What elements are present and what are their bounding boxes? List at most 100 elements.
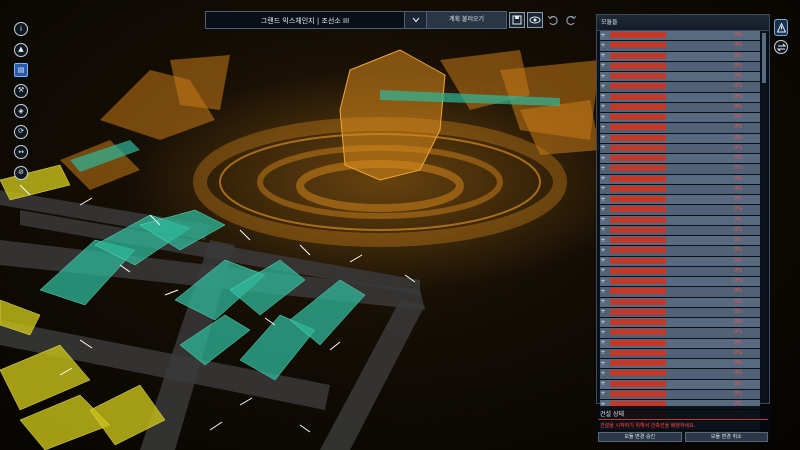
module-name <box>610 257 666 264</box>
module-progress: 0% <box>734 329 742 336</box>
module-row[interactable]: +0% <box>600 113 760 124</box>
module-row[interactable]: +0% <box>600 133 760 144</box>
expand-icon[interactable]: + <box>600 114 606 122</box>
module-name <box>610 155 666 161</box>
module-row[interactable]: +0% <box>600 195 760 206</box>
module-row[interactable]: +0% <box>600 184 760 195</box>
module-row[interactable]: +0% <box>600 51 760 62</box>
module-row[interactable]: +0% <box>600 72 760 83</box>
expand-icon[interactable]: + <box>600 83 606 91</box>
module-row[interactable]: +0% <box>600 328 760 339</box>
cancel-module-change-button[interactable]: 모듈 변경 취소 <box>684 432 768 442</box>
module-row[interactable]: +0% <box>600 215 760 226</box>
module-row[interactable]: +0% <box>600 307 760 318</box>
module-row[interactable]: +0% <box>600 266 760 277</box>
module-row[interactable]: +0% <box>600 379 760 390</box>
load-plan-button[interactable]: 계획 불러오기 <box>427 11 507 29</box>
module-row[interactable]: +0% <box>600 82 760 93</box>
alert-button[interactable] <box>774 19 788 36</box>
expand-icon[interactable]: + <box>600 237 606 245</box>
visibility-toggle-button[interactable] <box>527 12 543 28</box>
expand-icon[interactable]: + <box>600 380 606 388</box>
swap-button[interactable] <box>774 40 788 54</box>
module-row[interactable]: +0% <box>600 31 760 42</box>
module-row[interactable]: +0% <box>600 348 760 359</box>
module-row[interactable]: +0% <box>600 359 760 370</box>
no-entry-icon: ⊘ <box>18 168 24 176</box>
left-toolbar-button-2[interactable]: ▲ <box>14 42 28 57</box>
expand-icon[interactable]: + <box>600 124 606 132</box>
module-row[interactable]: +0% <box>600 256 760 267</box>
expand-icon[interactable]: + <box>600 329 606 337</box>
plan-dropdown-button[interactable] <box>405 11 427 29</box>
expand-icon[interactable]: + <box>600 319 606 327</box>
expand-icon[interactable]: + <box>600 175 606 183</box>
left-toolbar-button-1[interactable]: i <box>14 22 28 36</box>
module-row[interactable]: +0% <box>600 389 760 400</box>
module-row[interactable]: +0% <box>600 174 760 185</box>
module-row[interactable]: +0% <box>600 143 760 154</box>
expand-icon[interactable]: + <box>600 144 606 152</box>
expand-icon[interactable]: + <box>600 52 606 60</box>
save-plan-button[interactable] <box>509 12 525 28</box>
module-progress: 0% <box>734 360 742 366</box>
module-row[interactable]: +0% <box>600 102 760 113</box>
expand-icon[interactable]: + <box>600 226 606 234</box>
expand-icon[interactable]: + <box>600 339 606 347</box>
module-row[interactable]: +0% <box>600 123 760 134</box>
module-row[interactable]: +0% <box>600 225 760 236</box>
expand-icon[interactable]: + <box>600 247 606 255</box>
left-toolbar-button-8[interactable]: ⊘ <box>14 165 28 180</box>
expand-icon[interactable]: + <box>600 42 606 50</box>
module-row[interactable]: +0% <box>600 338 760 349</box>
expand-icon[interactable]: + <box>600 349 606 357</box>
module-row[interactable]: +0% <box>600 236 760 247</box>
expand-icon[interactable]: + <box>600 134 606 142</box>
confirm-module-change-button[interactable]: 모듈 변경 승인 <box>598 432 682 442</box>
left-toolbar-button-5[interactable]: ◈ <box>14 104 28 118</box>
module-row[interactable]: +0% <box>600 41 760 52</box>
expand-icon[interactable]: + <box>600 257 606 265</box>
module-row[interactable]: +0% <box>600 92 760 103</box>
scrollbar-thumb[interactable] <box>762 33 766 83</box>
module-row[interactable]: +0% <box>600 277 760 288</box>
expand-icon[interactable]: + <box>600 390 606 398</box>
module-progress: 0% <box>734 247 742 254</box>
module-row[interactable]: +0% <box>600 61 760 72</box>
left-toolbar-button-4[interactable]: ⚒ <box>14 83 28 98</box>
expand-icon[interactable]: + <box>600 185 606 193</box>
blueprint-icon: ▤ <box>17 65 25 74</box>
expand-icon[interactable]: + <box>600 165 606 173</box>
expand-icon[interactable]: + <box>600 288 606 296</box>
expand-icon[interactable]: + <box>600 62 606 70</box>
module-row[interactable]: +0% <box>600 205 760 216</box>
expand-icon[interactable]: + <box>600 73 606 81</box>
module-row[interactable]: +0% <box>600 369 760 380</box>
module-row[interactable]: +0% <box>600 318 760 329</box>
module-list-scrollbar[interactable] <box>761 31 767 403</box>
undo-button[interactable] <box>545 12 561 28</box>
module-row[interactable]: +0% <box>600 287 760 298</box>
expand-icon[interactable]: + <box>600 196 606 204</box>
expand-icon[interactable]: + <box>600 278 606 286</box>
module-row[interactable]: +0% <box>600 246 760 257</box>
module-row[interactable]: +0% <box>600 297 760 308</box>
expand-icon[interactable]: + <box>600 216 606 224</box>
expand-icon[interactable]: + <box>600 32 606 40</box>
expand-icon[interactable]: + <box>600 360 606 368</box>
expand-icon[interactable]: + <box>600 267 606 275</box>
left-toolbar-button-6[interactable]: ⟳ <box>14 124 28 139</box>
expand-icon[interactable]: + <box>600 298 606 306</box>
expand-icon[interactable]: + <box>600 206 606 214</box>
redo-button[interactable] <box>563 12 579 28</box>
expand-icon[interactable]: + <box>600 370 606 378</box>
expand-icon[interactable]: + <box>600 103 606 111</box>
module-name <box>610 73 666 79</box>
expand-icon[interactable]: + <box>600 308 606 316</box>
module-row[interactable]: +0% <box>600 164 760 175</box>
left-toolbar-button-7[interactable]: ↔ <box>14 145 28 159</box>
module-row[interactable]: +0% <box>600 154 760 165</box>
expand-icon[interactable]: + <box>600 155 606 163</box>
expand-icon[interactable]: + <box>600 93 606 101</box>
left-toolbar-button-3[interactable]: ▤ <box>14 63 28 77</box>
